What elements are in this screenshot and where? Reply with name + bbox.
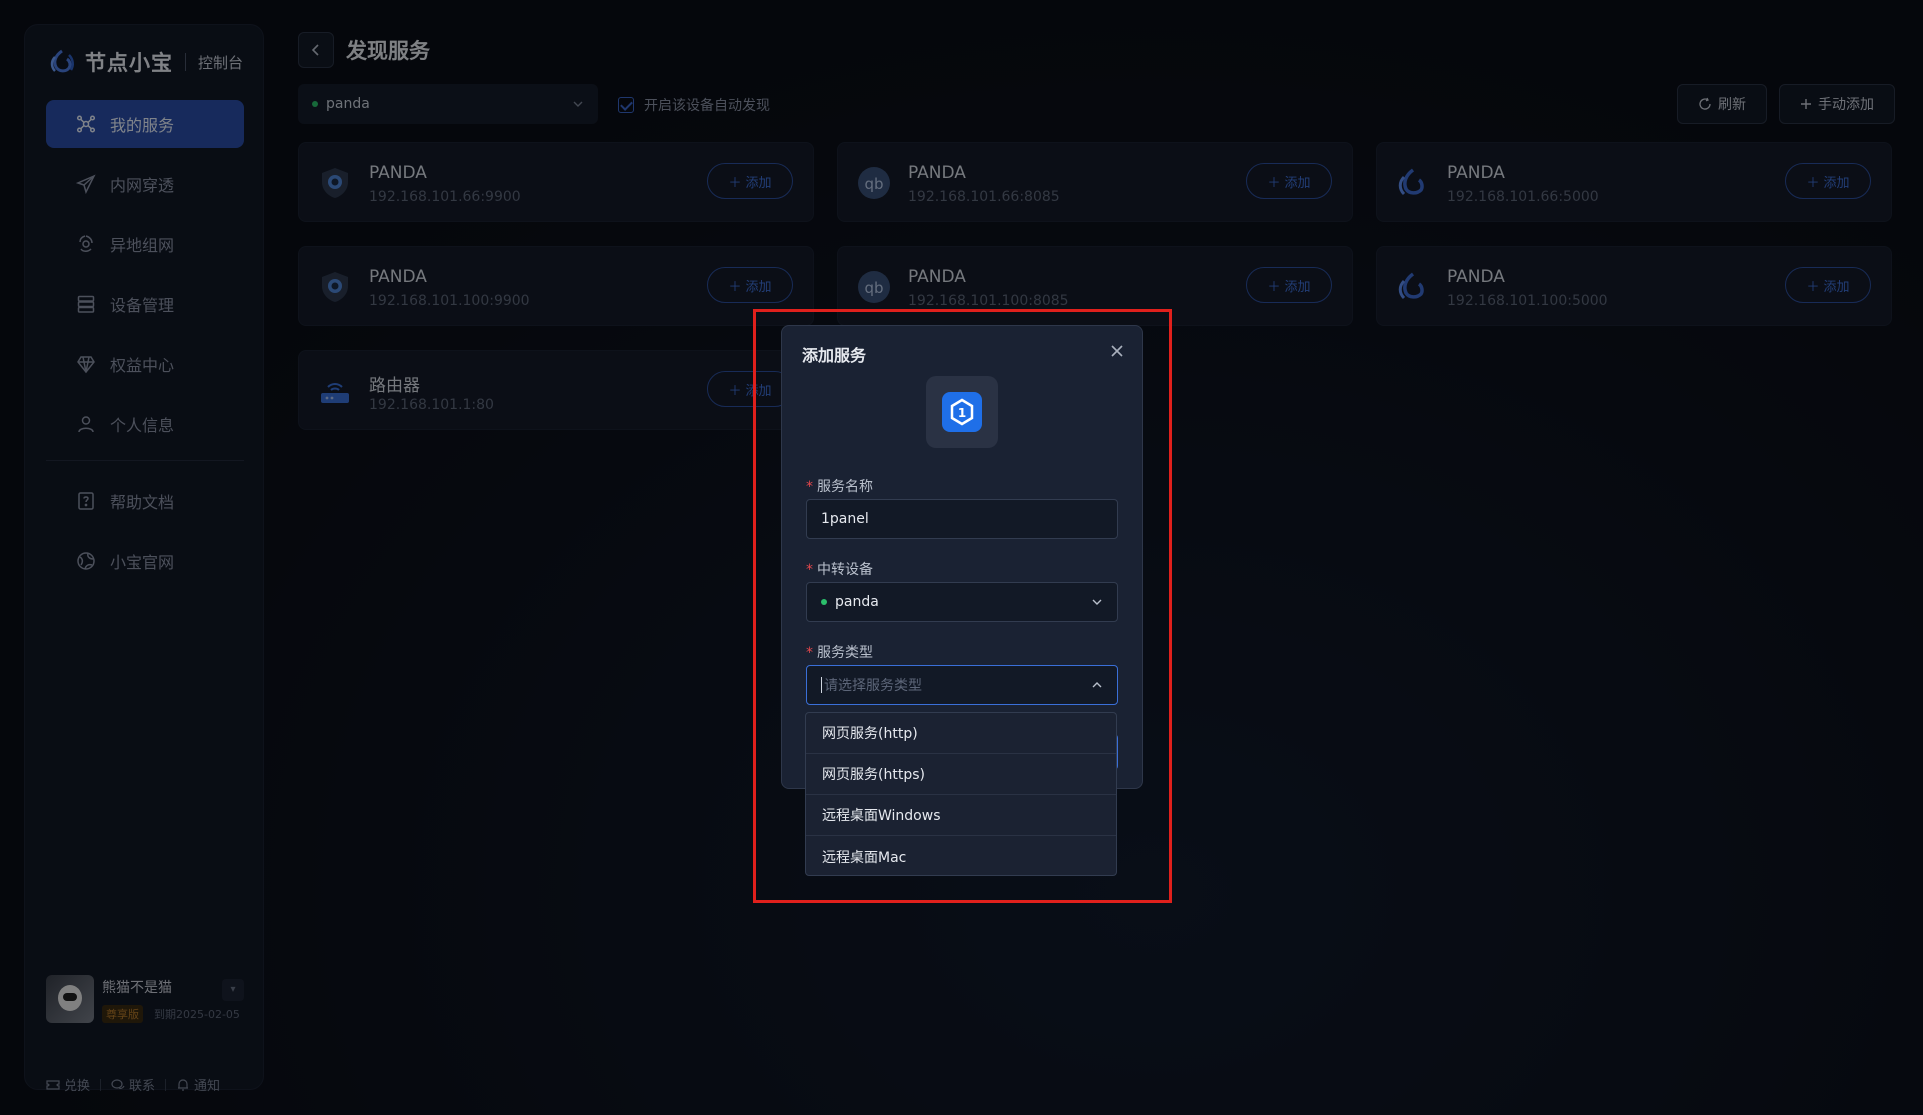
app-root: 节点小宝 控制台 我的服务 内网穿透 异地组网 设备管理 权益中心 个人信息 帮… bbox=[0, 0, 1923, 1115]
highlight-box bbox=[753, 309, 1172, 903]
